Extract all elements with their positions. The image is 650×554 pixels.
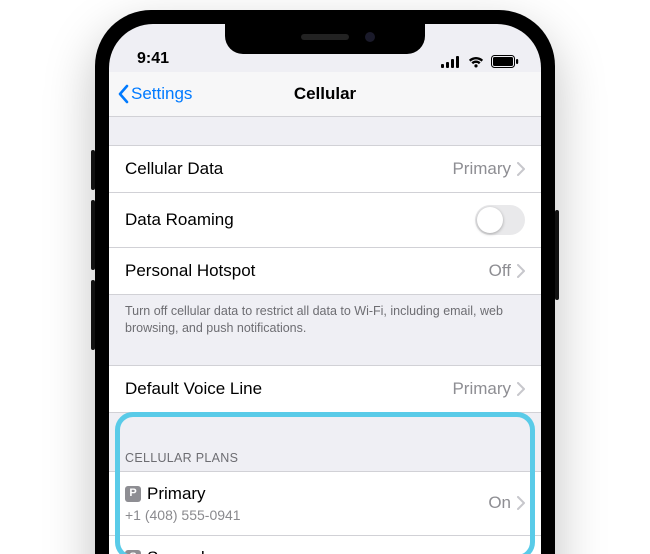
chevron-left-icon: [117, 84, 129, 104]
volume-down-button: [91, 280, 95, 350]
chevron-right-icon: [517, 496, 525, 510]
row-value: Primary: [452, 379, 511, 399]
back-label: Settings: [131, 84, 192, 104]
section-footer: Turn off cellular data to restrict all d…: [109, 295, 541, 337]
section-header-cellular-plans: CELLULAR PLANS: [109, 447, 541, 471]
volume-up-button: [91, 200, 95, 270]
screen: 9:41: [109, 24, 541, 554]
page-title: Cellular: [294, 84, 356, 104]
plan-name: Secondary: [147, 548, 228, 554]
chevron-right-icon: [517, 162, 525, 176]
row-label: Personal Hotspot: [125, 261, 255, 281]
plan-badge-icon: P: [125, 486, 141, 502]
plan-badge-icon: S: [125, 550, 141, 554]
row-value: Off: [489, 261, 511, 281]
mute-switch: [91, 150, 95, 190]
stage: 9:41: [0, 0, 650, 554]
battery-icon: [491, 55, 519, 68]
back-button[interactable]: Settings: [117, 84, 192, 104]
row-plan-secondary[interactable]: S Secondary +1 (408) 555-0942 On: [109, 536, 541, 554]
wifi-icon: [467, 55, 485, 68]
speaker: [301, 34, 349, 40]
row-label: Default Voice Line: [125, 379, 262, 399]
nav-bar: Settings Cellular: [109, 72, 541, 117]
toggle-knob: [477, 207, 503, 233]
chevron-right-icon: [517, 382, 525, 396]
data-roaming-toggle[interactable]: [475, 205, 525, 235]
group-gap: [109, 117, 541, 145]
row-plan-primary[interactable]: P Primary +1 (408) 555-0941 On: [109, 471, 541, 536]
chevron-right-icon: [517, 264, 525, 278]
row-data-roaming: Data Roaming: [109, 193, 541, 248]
plan-name: Primary: [147, 484, 206, 504]
signal-icon: [441, 56, 461, 68]
group-gap: [109, 337, 541, 365]
row-value: Primary: [452, 159, 511, 179]
phone-frame: 9:41: [95, 10, 555, 554]
status-time: 9:41: [137, 50, 169, 68]
group-gap: [109, 413, 541, 447]
row-personal-hotspot[interactable]: Personal Hotspot Off: [109, 248, 541, 295]
plan-number: +1 (408) 555-0941: [125, 507, 241, 523]
front-camera: [365, 32, 375, 42]
row-cellular-data[interactable]: Cellular Data Primary: [109, 145, 541, 193]
power-button: [555, 210, 559, 300]
plan-state: On: [488, 493, 511, 513]
row-label: Data Roaming: [125, 210, 234, 230]
row-label: Cellular Data: [125, 159, 223, 179]
notch: [225, 24, 425, 54]
status-right: [441, 55, 519, 68]
row-default-voice-line[interactable]: Default Voice Line Primary: [109, 365, 541, 413]
